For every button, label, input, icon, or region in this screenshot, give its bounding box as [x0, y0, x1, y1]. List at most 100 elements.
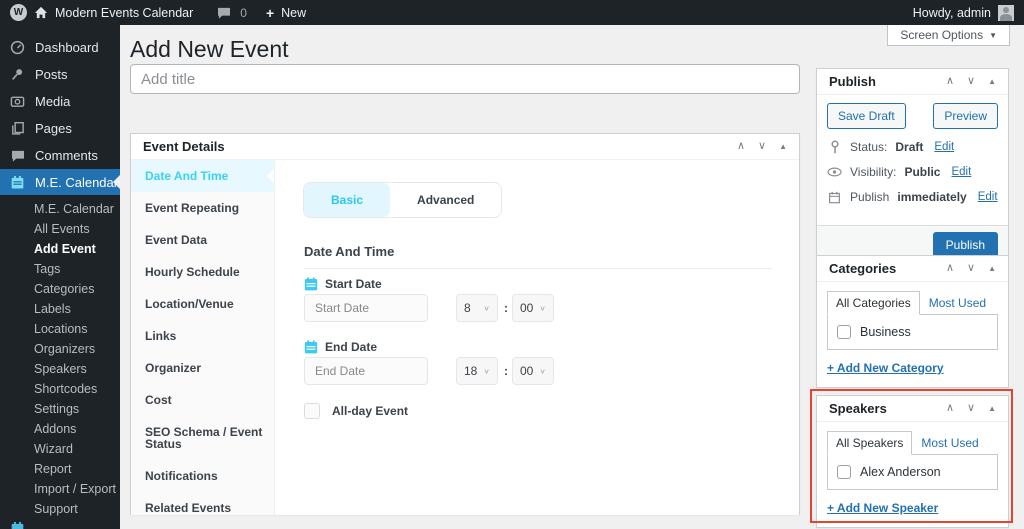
time-separator: :	[504, 364, 508, 378]
submenu-item-speakers[interactable]: Speakers	[0, 359, 120, 379]
tab-most-used[interactable]: Most Used	[912, 432, 987, 454]
edit-schedule-link[interactable]: Edit	[978, 191, 998, 203]
publish-header[interactable]: Publish ∧ ∨ ▲	[817, 69, 1008, 95]
user-avatar[interactable]	[998, 5, 1014, 21]
start-date-input[interactable]	[304, 294, 428, 322]
tab-links[interactable]: Links	[131, 320, 274, 352]
plus-icon[interactable]: +	[266, 5, 274, 21]
home-icon[interactable]	[34, 6, 48, 19]
admin-sidebar: Dashboard Posts Media Pages Comments M.E…	[0, 25, 120, 529]
add-new-speaker-link[interactable]: + Add New Speaker	[827, 501, 938, 515]
edit-status-link[interactable]: Edit	[934, 141, 954, 153]
sidebar-item-label: Pages	[35, 121, 72, 136]
submenu-item-addons[interactable]: Addons	[0, 419, 120, 439]
sidebar-item-posts[interactable]: Posts	[0, 61, 120, 88]
tab-date-and-time[interactable]: Date And Time	[131, 160, 274, 192]
sidebar-item-me-calendar[interactable]: M.E. Calendar	[0, 169, 120, 195]
tab-event-data[interactable]: Event Data	[131, 224, 274, 256]
preview-button[interactable]: Preview	[933, 103, 998, 129]
tab-all-speakers[interactable]: All Speakers	[827, 431, 912, 455]
speaker-checkbox[interactable]	[837, 465, 851, 479]
schedule-row: Publish immediately Edit	[827, 190, 998, 204]
start-minute-select[interactable]: 00 ∨	[512, 294, 554, 322]
comments-count[interactable]: 0	[240, 6, 247, 20]
submenu-item-import-export[interactable]: Import / Export	[0, 479, 120, 499]
triangle-down-icon: ▼	[989, 31, 997, 40]
sidebar-item-dashboard[interactable]: Dashboard	[0, 34, 120, 61]
move-up-icon[interactable]: ∧	[946, 76, 954, 87]
add-new-category-link[interactable]: + Add New Category	[827, 361, 944, 375]
tab-all-categories[interactable]: All Categories	[827, 291, 920, 315]
tab-most-used[interactable]: Most Used	[920, 292, 995, 314]
collapse-toggle-icon[interactable]: ▲	[779, 143, 787, 151]
status-label: Status:	[850, 140, 887, 154]
tab-event-repeating[interactable]: Event Repeating	[131, 192, 274, 224]
visibility-row: Visibility: Public Edit	[827, 165, 998, 179]
move-down-icon[interactable]: ∨	[967, 76, 975, 87]
chevron-down-icon: ∨	[539, 367, 546, 376]
submenu-item-wizard[interactable]: Wizard	[0, 439, 120, 459]
screen-options-button[interactable]: Screen Options ▼	[887, 25, 1010, 46]
category-checkbox[interactable]	[837, 325, 851, 339]
start-hour-select[interactable]: 8 ∨	[456, 294, 498, 322]
move-up-icon[interactable]: ∧	[946, 263, 954, 274]
submenu-item-settings[interactable]: Settings	[0, 399, 120, 419]
end-date-input[interactable]	[304, 357, 428, 385]
move-up-icon[interactable]: ∧	[737, 141, 745, 152]
howdy-admin-link[interactable]: Howdy, admin	[913, 6, 991, 20]
move-down-icon[interactable]: ∨	[967, 263, 975, 274]
tab-seo-schema-event-status[interactable]: SEO Schema / Event Status	[131, 416, 274, 460]
screen-options-label: Screen Options	[900, 28, 983, 42]
submenu-item-categories[interactable]: Categories	[0, 279, 120, 299]
sidebar-item-partial[interactable]	[0, 515, 120, 529]
move-down-icon[interactable]: ∨	[758, 141, 766, 152]
submenu-item-add-event[interactable]: Add Event	[0, 239, 120, 259]
tab-cost[interactable]: Cost	[131, 384, 274, 416]
speakers-header[interactable]: Speakers ∧ ∨ ▲	[817, 396, 1008, 422]
speaker-label: Alex Anderson	[860, 465, 941, 479]
save-draft-button[interactable]: Save Draft	[827, 103, 906, 129]
submenu-item-report[interactable]: Report	[0, 459, 120, 479]
collapse-toggle-icon[interactable]: ▲	[988, 78, 996, 86]
eye-icon	[827, 167, 842, 177]
status-row: Status: Draft Edit	[827, 140, 998, 154]
tab-hourly-schedule[interactable]: Hourly Schedule	[131, 256, 274, 288]
tab-location-venue[interactable]: Location/Venue	[131, 288, 274, 320]
categories-header[interactable]: Categories ∧ ∨ ▲	[817, 256, 1008, 282]
edit-visibility-link[interactable]: Edit	[951, 166, 971, 178]
collapse-toggle-icon[interactable]: ▲	[988, 265, 996, 273]
site-name-link[interactable]: Modern Events Calendar	[55, 6, 193, 20]
publish-when-value: immediately	[897, 190, 966, 204]
event-details-metabox: Event Details ∧ ∨ ▲ Date And Time Event …	[130, 133, 800, 515]
submenu-item-me-calendar[interactable]: M.E. Calendar	[0, 199, 120, 219]
end-minute-select[interactable]: 00 ∨	[512, 357, 554, 385]
submenu-item-organizers[interactable]: Organizers	[0, 339, 120, 359]
comments-bubble-icon[interactable]	[217, 7, 231, 19]
event-title-input[interactable]	[130, 64, 800, 94]
wordpress-logo-icon[interactable]: W	[10, 4, 27, 21]
new-content-link[interactable]: New	[281, 6, 306, 20]
submenu-item-locations[interactable]: Locations	[0, 319, 120, 339]
tab-notifications[interactable]: Notifications	[131, 460, 274, 492]
submenu-item-labels[interactable]: Labels	[0, 299, 120, 319]
allday-checkbox[interactable]	[304, 403, 320, 419]
submenu-item-tags[interactable]: Tags	[0, 259, 120, 279]
collapse-toggle-icon[interactable]: ▲	[988, 405, 996, 413]
tab-basic[interactable]: Basic	[304, 183, 390, 217]
chevron-down-icon: ∨	[483, 367, 490, 376]
sidebar-item-pages[interactable]: Pages	[0, 115, 120, 142]
allday-row: All-day Event	[304, 403, 408, 419]
tab-advanced[interactable]: Advanced	[390, 183, 501, 217]
submenu-item-all-events[interactable]: All Events	[0, 219, 120, 239]
end-hour-select[interactable]: 18 ∨	[456, 357, 498, 385]
tab-related-events[interactable]: Related Events	[131, 492, 274, 524]
sidebar-item-comments[interactable]: Comments	[0, 142, 120, 169]
move-up-icon[interactable]: ∧	[946, 403, 954, 414]
submenu-item-shortcodes[interactable]: Shortcodes	[0, 379, 120, 399]
sidebar-item-label: M.E. Calendar	[35, 175, 118, 190]
tab-organizer[interactable]: Organizer	[131, 352, 274, 384]
move-down-icon[interactable]: ∨	[967, 403, 975, 414]
chevron-down-icon: ∨	[539, 304, 546, 313]
sidebar-item-media[interactable]: Media	[0, 88, 120, 115]
event-details-header[interactable]: Event Details ∧ ∨ ▲	[131, 134, 799, 160]
